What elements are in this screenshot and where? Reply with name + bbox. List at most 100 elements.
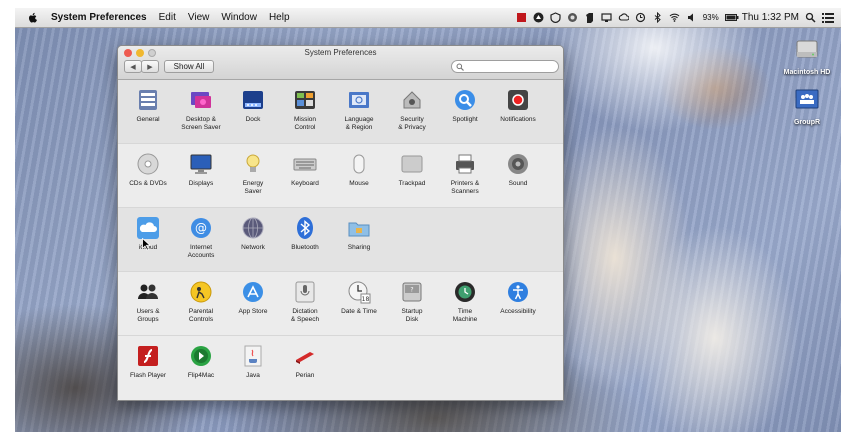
menu-view[interactable]: View <box>188 12 210 23</box>
shield-icon[interactable] <box>550 12 561 24</box>
pref-sound[interactable]: Sound <box>491 152 545 188</box>
menu-window[interactable]: Window <box>221 12 257 23</box>
pref-general[interactable]: General <box>121 88 175 124</box>
pref-desktop-screensaver[interactable]: Desktop & Screen Saver <box>174 88 228 132</box>
desktop-screensaver-icon <box>189 88 213 112</box>
notifications-icon <box>506 88 530 112</box>
search-icon <box>456 58 464 76</box>
pref-label: Perian <box>295 372 315 379</box>
section-system: Users & Groups Parental Controls App Store… <box>118 272 563 336</box>
pref-mission-control[interactable]: Mission Control <box>278 88 332 132</box>
eject-icon[interactable] <box>533 12 544 23</box>
show-all-button[interactable]: Show All <box>164 60 214 73</box>
back-button[interactable]: ◀ <box>124 60 142 73</box>
menu-help[interactable]: Help <box>269 12 290 23</box>
pref-security-privacy[interactable]: Security & Privacy <box>385 88 439 132</box>
pref-printers-scanners[interactable]: Printers & Scanners <box>438 152 492 196</box>
dictation-speech-icon <box>293 280 317 304</box>
pref-trackpad[interactable]: Trackpad <box>385 152 439 188</box>
svg-text:@: @ <box>195 221 207 235</box>
spotlight-search-icon[interactable] <box>805 12 816 23</box>
pref-time-machine[interactable]: Time Machine <box>438 280 492 324</box>
pref-internet-accounts[interactable]: @ Internet Accounts <box>174 216 228 260</box>
forward-button[interactable]: ▶ <box>141 60 159 73</box>
pref-network[interactable]: Network <box>226 216 280 252</box>
time-machine-status-icon[interactable] <box>635 12 646 23</box>
pref-accessibility[interactable]: Accessibility <box>491 280 545 316</box>
pref-dock[interactable]: Dock <box>226 88 280 124</box>
pref-users-groups[interactable]: Users & Groups <box>121 280 175 324</box>
desktop: System Preferences Edit View Window Help… <box>15 8 841 432</box>
pref-label: Users & Groups <box>136 308 160 323</box>
volume-icon[interactable] <box>686 12 697 23</box>
pref-cds-dvds[interactable]: CDs & DVDs <box>121 152 175 188</box>
pref-label: Dock <box>245 116 261 123</box>
menu-edit[interactable]: Edit <box>159 12 176 23</box>
pref-energy-saver[interactable]: Energy Saver <box>226 152 280 196</box>
pref-notifications[interactable]: Notifications <box>491 88 545 124</box>
pref-language-region[interactable]: Language & Region <box>332 88 386 132</box>
pref-sharing[interactable]: Sharing <box>332 216 386 252</box>
window-titlebar[interactable]: System Preferences ◀ ▶ Show All <box>118 46 563 80</box>
parental-controls-icon <box>189 280 213 304</box>
pref-spotlight[interactable]: Spotlight <box>438 88 492 124</box>
users-groups-icon <box>136 280 160 304</box>
pref-startup-disk[interactable]: ? Startup Disk <box>385 280 439 324</box>
section-internet-wireless: iCloud@Internet AccountsNetworkBluetooth… <box>118 208 563 272</box>
pref-perian[interactable]: Perian <box>278 344 332 380</box>
mission-control-icon <box>293 88 317 112</box>
pref-flip4mac[interactable]: Flip4Mac <box>174 344 228 380</box>
menu-app-name[interactable]: System Preferences <box>51 12 147 23</box>
section-other: Flash Player Flip4Mac Java Perian <box>118 336 563 400</box>
screen-icon[interactable] <box>601 12 612 23</box>
evernote-icon[interactable] <box>584 12 595 23</box>
desktop-item-groupr[interactable]: GroupR <box>767 88 841 126</box>
pref-keyboard[interactable]: Keyboard <box>278 152 332 188</box>
energy-saver-icon <box>241 152 265 176</box>
sound-icon <box>506 152 530 176</box>
dock-icon <box>241 88 265 112</box>
displays-icon <box>189 152 213 176</box>
internet-accounts-icon: @ <box>189 216 213 240</box>
pref-app-store[interactable]: App Store <box>226 280 280 316</box>
pref-label: Dictation & Speech <box>290 308 320 323</box>
pref-bluetooth[interactable]: Bluetooth <box>278 216 332 252</box>
record-icon[interactable] <box>516 12 527 23</box>
pref-mouse[interactable]: Mouse <box>332 152 386 188</box>
pref-displays[interactable]: Displays <box>174 152 228 188</box>
pref-java[interactable]: Java <box>226 344 280 380</box>
pref-label: Startup Disk <box>401 308 423 323</box>
perian-icon <box>293 344 317 368</box>
pref-parental-controls[interactable]: Parental Controls <box>174 280 228 324</box>
forward-arrow-icon: ▶ <box>147 63 153 71</box>
pref-label: Keyboard <box>291 180 319 187</box>
battery-icon[interactable] <box>724 12 739 23</box>
search-input[interactable] <box>466 63 556 70</box>
battery-percent[interactable]: 93% <box>703 13 719 22</box>
apple-menu-icon[interactable] <box>27 12 39 24</box>
pref-label: Security & Privacy <box>398 116 426 131</box>
back-arrow-icon: ◀ <box>130 63 136 71</box>
wifi-icon[interactable] <box>669 12 680 23</box>
pref-label: General <box>136 116 160 123</box>
pref-label: Trackpad <box>398 180 426 187</box>
pref-flash-player[interactable]: Flash Player <box>121 344 175 380</box>
flip4mac-icon <box>189 344 213 368</box>
desktop-item-macintosh-hd[interactable]: Macintosh HD <box>767 36 841 76</box>
menu-clock[interactable]: Thu 1:32 PM <box>742 12 799 23</box>
notification-center-icon[interactable] <box>822 12 834 23</box>
bluetooth-status-icon[interactable] <box>652 11 663 24</box>
svg-text:?: ? <box>410 287 413 294</box>
general-icon <box>136 88 160 112</box>
app-badge-icon[interactable] <box>567 12 578 23</box>
pref-label: Mission Control <box>293 116 317 131</box>
menu-bar: System Preferences Edit View Window Help… <box>15 8 841 28</box>
pref-dictation-speech[interactable]: Dictation & Speech <box>278 280 332 324</box>
pref-label: Displays <box>188 180 214 187</box>
security-privacy-icon <box>400 88 424 112</box>
cloud-sync-icon[interactable] <box>618 12 630 23</box>
pref-date-time[interactable]: 18 Date & Time <box>332 280 386 316</box>
trackpad-icon <box>400 152 424 176</box>
search-field[interactable] <box>451 60 559 73</box>
pref-label: App Store <box>238 308 268 315</box>
